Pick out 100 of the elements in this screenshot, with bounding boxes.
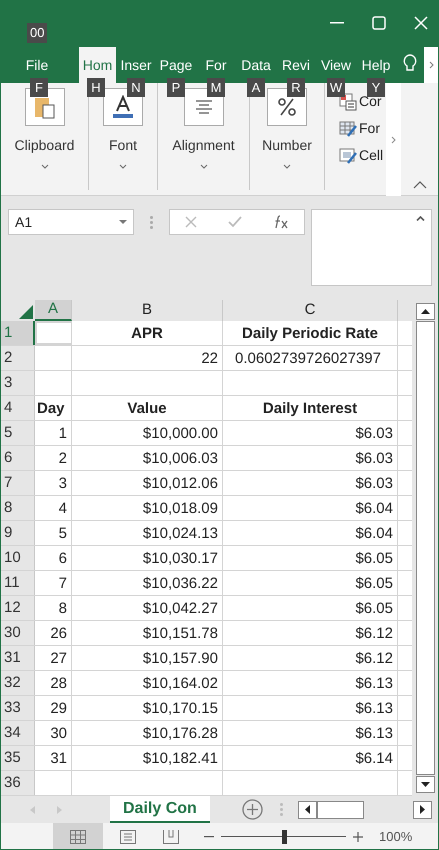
table-cell: $6.13	[223, 671, 398, 695]
chevron-down-icon	[119, 164, 127, 169]
table-cell: $10,000.00	[72, 421, 223, 445]
table-cell: Value	[72, 396, 223, 420]
page-layout-icon[interactable]	[120, 830, 136, 844]
column-header[interactable]: A	[35, 300, 72, 321]
row-header[interactable]: 5	[1, 421, 35, 445]
row-header[interactable]: 35	[1, 746, 35, 770]
zoom-slider[interactable]	[221, 830, 346, 844]
table-cell: 7	[35, 571, 72, 595]
column-header[interactable]: B	[72, 300, 223, 321]
row-header[interactable]: 10	[1, 546, 35, 570]
table-cell: $6.14	[223, 746, 398, 770]
vertical-scrollbar[interactable]	[412, 300, 438, 796]
conditional-format-icon	[339, 92, 357, 110]
keytip-tooltip: 00	[27, 23, 48, 43]
zoom-slider-thumb[interactable]	[282, 830, 286, 844]
keytip-tooltip: N	[127, 78, 145, 97]
page-break-icon[interactable]	[163, 830, 179, 844]
scroll-right-icon[interactable]	[420, 805, 425, 814]
drag-handle-icon[interactable]	[280, 803, 283, 816]
name-box[interactable]: A1	[8, 209, 134, 235]
horizontal-scrollbar[interactable]	[298, 800, 432, 818]
table-cell: $10,170.15	[72, 696, 223, 720]
collapse-icon[interactable]	[416, 216, 425, 221]
select-all-icon[interactable]	[19, 305, 33, 319]
chevron-right-icon	[391, 136, 396, 144]
add-sheet-icon[interactable]	[242, 799, 263, 820]
normal-view-button[interactable]	[53, 823, 103, 849]
row-header[interactable]: 34	[1, 721, 35, 745]
row-header[interactable]: 30	[1, 621, 35, 645]
table-cell: $6.05	[223, 546, 398, 570]
row-header[interactable]: 32	[1, 671, 35, 695]
table-cell: $10,164.02	[72, 671, 223, 695]
table-cell: 27	[35, 646, 72, 670]
collapse-ribbon-icon[interactable]	[412, 181, 426, 189]
row-header[interactable]: 7	[1, 471, 35, 495]
table-cell: 22	[72, 346, 223, 370]
column-header[interactable]: C	[223, 300, 398, 321]
table-cell: $6.03	[223, 471, 398, 495]
table-cell: 4	[35, 496, 72, 520]
maximize-icon[interactable]	[372, 16, 386, 30]
keytip-tooltip: H	[87, 78, 105, 97]
close-icon[interactable]	[414, 16, 428, 30]
row-header[interactable]: 36	[1, 771, 35, 795]
table-cell: APR	[72, 321, 223, 345]
row-header[interactable]: 9	[1, 521, 35, 545]
scroll-left-icon[interactable]	[304, 805, 310, 814]
row-header[interactable]: 11	[1, 571, 35, 595]
ribbon-tab[interactable]: Hom	[79, 47, 116, 83]
table-cell: 6	[35, 546, 72, 570]
row-header[interactable]: 4	[1, 396, 35, 420]
table-cell: $10,012.06	[72, 471, 223, 495]
row-header[interactable]: 33	[1, 696, 35, 720]
table-cell: $10,157.90	[72, 646, 223, 670]
table-cell: $6.04	[223, 496, 398, 520]
table-cell: $10,024.13	[72, 521, 223, 545]
align-center-icon	[194, 100, 214, 114]
sheet-tab[interactable]: Daily Con	[110, 796, 210, 823]
drag-handle-icon[interactable]	[150, 216, 153, 229]
table-cell: 1	[35, 421, 72, 445]
row-header[interactable]: 3	[1, 371, 35, 395]
table-cell: $10,182.41	[72, 746, 223, 770]
table-cell: Day	[35, 396, 72, 420]
row-header[interactable]: 12	[1, 596, 35, 620]
styles-item[interactable]: Cell	[339, 145, 386, 166]
table-cell: $6.05	[223, 571, 398, 595]
table-cell: 0.0602739726027397	[223, 346, 398, 370]
table-cell: 26	[35, 621, 72, 645]
ribbon-group-label[interactable]: Number	[262, 135, 312, 156]
scroll-up-icon[interactable]	[420, 309, 430, 314]
minimize-icon[interactable]	[330, 22, 344, 24]
keytip-tooltip: F	[30, 78, 48, 97]
keytip-tooltip: P	[167, 78, 185, 97]
styles-item[interactable]: For	[339, 118, 386, 139]
table-cell: $10,030.17	[72, 546, 223, 570]
zoom-in-icon[interactable]	[353, 832, 363, 842]
ribbon-group-label[interactable]: Alignment	[172, 135, 235, 156]
row-header[interactable]: 1	[1, 321, 35, 345]
table-cell: $10,036.22	[72, 571, 223, 595]
table-cell: $10,018.09	[72, 496, 223, 520]
row-header[interactable]: 31	[1, 646, 35, 670]
ribbon-group-label[interactable]: Font	[108, 135, 137, 156]
ribbon-group-label[interactable]: Clipboard	[14, 135, 74, 156]
check-icon[interactable]	[228, 216, 242, 228]
clipboard-icon	[34, 95, 56, 119]
table-cell: $6.13	[223, 696, 398, 720]
function-icon[interactable]	[272, 215, 289, 229]
chevron-right-icon	[428, 61, 434, 69]
table-cell: 5	[35, 521, 72, 545]
table-cell: $10,006.03	[72, 446, 223, 470]
scroll-down-icon[interactable]	[420, 782, 430, 787]
table-cell: $6.13	[223, 721, 398, 745]
row-header[interactable]: 8	[1, 496, 35, 520]
row-header[interactable]: 6	[1, 446, 35, 470]
table-cell: $6.12	[223, 621, 398, 645]
keytip-tooltip: W	[327, 78, 345, 97]
table-cell: 31	[35, 746, 72, 770]
row-header[interactable]: 2	[1, 346, 35, 370]
zoom-level[interactable]: 100%	[379, 826, 412, 846]
